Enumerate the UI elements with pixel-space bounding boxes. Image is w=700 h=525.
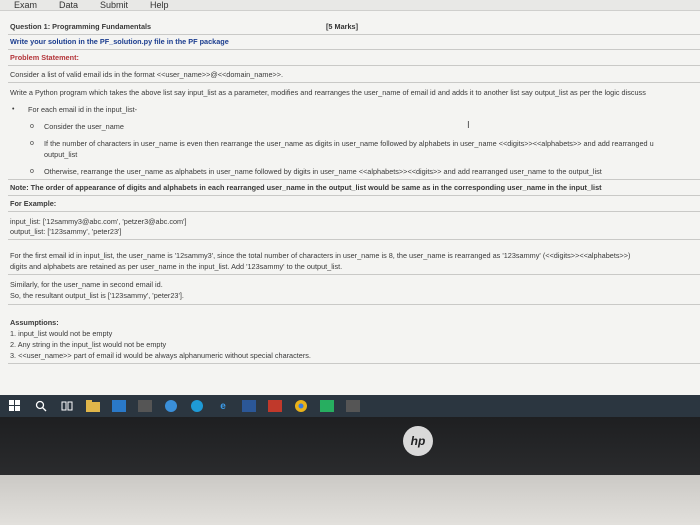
example-heading: For Example: xyxy=(10,199,57,208)
similarly-text: Similarly, for the user_name in second e… xyxy=(10,280,163,289)
question-document: Question 1: Programming Fundamentals [5 … xyxy=(8,16,700,372)
menu-help[interactable]: Help xyxy=(150,0,169,10)
file-explorer-icon[interactable] xyxy=(86,399,100,413)
taskbar: e xyxy=(0,395,700,417)
write-program-text: Write a Python program which takes the a… xyxy=(10,88,646,97)
laptop-keyboard-deck xyxy=(0,475,700,525)
otherwise-text: Otherwise, rearrange the user_name as al… xyxy=(44,167,602,176)
menu-bar: Exam Data Submit Help xyxy=(0,0,700,11)
app-icon[interactable] xyxy=(138,399,152,413)
chrome-icon[interactable] xyxy=(294,399,308,413)
divider xyxy=(8,363,700,364)
circle-bullet-icon: o xyxy=(30,123,34,130)
app-icon[interactable] xyxy=(346,399,360,413)
divider xyxy=(8,211,700,212)
consider-list-text: Consider a list of valid email ids in th… xyxy=(10,70,284,79)
first-email-explanation-cont: digits and alphabets are retained as per… xyxy=(10,262,343,271)
output-example: output_list: ['123sammy', 'peter23'] xyxy=(10,227,122,236)
input-example: input_list: ['12sammy3@abc.com', 'petzer… xyxy=(10,217,187,226)
divider xyxy=(8,34,700,35)
write-solution-text: Write your solution in the PF_solution.p… xyxy=(10,37,229,46)
text-cursor-icon: I xyxy=(467,120,470,131)
divider xyxy=(8,65,700,66)
bullet-icon: • xyxy=(12,106,15,113)
first-email-explanation: For the first email id in input_list, th… xyxy=(10,251,631,260)
if-even-text: If the number of characters in user_name… xyxy=(44,139,654,148)
consider-user-text: Consider the user_name xyxy=(44,122,124,131)
divider xyxy=(8,49,700,50)
divider xyxy=(8,82,700,83)
task-view-icon[interactable] xyxy=(60,399,74,413)
assumptions-heading: Assumptions: xyxy=(10,318,59,327)
divider xyxy=(8,274,700,275)
app-icon[interactable] xyxy=(268,399,282,413)
if-even-text-cont: output_list xyxy=(44,150,78,159)
question-title: Question 1: Programming Fundamentals xyxy=(10,22,152,31)
note-text: Note: The order of appearance of digits … xyxy=(10,183,602,192)
assumption-item: 1. input_list would not be empty xyxy=(10,329,113,338)
app-icon[interactable] xyxy=(164,399,178,413)
result-text: So, the resultant output_list is ['123sa… xyxy=(10,291,184,300)
divider xyxy=(8,239,700,240)
problem-heading: Problem Statement: xyxy=(10,53,79,62)
hp-logo: hp xyxy=(403,426,433,456)
app-icon[interactable] xyxy=(190,399,204,413)
app-icon[interactable] xyxy=(320,399,334,413)
laptop-screen: Exam Data Submit Help Question 1: Progra… xyxy=(0,0,700,395)
divider xyxy=(8,179,700,180)
windows-start-icon[interactable] xyxy=(8,399,22,413)
circle-bullet-icon: o xyxy=(30,140,34,147)
laptop-bezel xyxy=(0,417,700,475)
circle-bullet-icon: o xyxy=(30,168,34,175)
app-icon[interactable] xyxy=(112,399,126,413)
divider xyxy=(8,304,700,305)
assumption-item: 2. Any string in the input_list would no… xyxy=(10,340,167,349)
assumption-item: 3. <<user_name>> part of email id would … xyxy=(10,351,311,360)
for-each-text: For each email id in the input_list- xyxy=(28,105,138,114)
marks-label: [5 Marks] xyxy=(326,22,359,31)
divider xyxy=(8,195,700,196)
menu-exam[interactable]: Exam xyxy=(14,0,37,10)
menu-data[interactable]: Data xyxy=(59,0,78,10)
search-icon[interactable] xyxy=(34,399,48,413)
word-icon[interactable] xyxy=(242,399,256,413)
menu-submit[interactable]: Submit xyxy=(100,0,128,10)
edge-icon[interactable]: e xyxy=(216,399,230,413)
